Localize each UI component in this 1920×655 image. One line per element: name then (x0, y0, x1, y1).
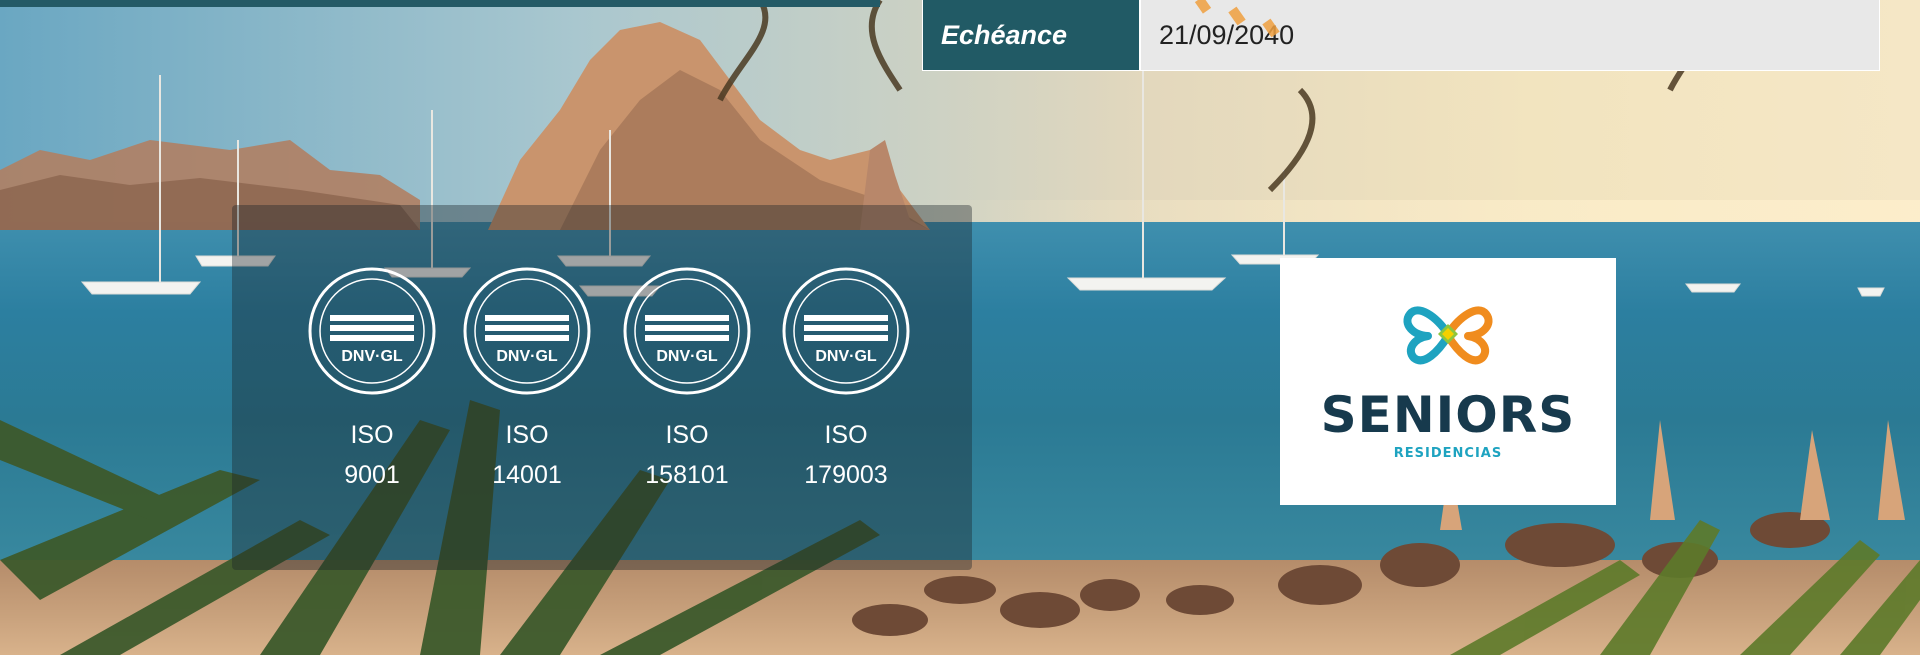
seal-text: DNV·GL (341, 348, 403, 365)
cert-label: ISO (824, 421, 868, 449)
dnv-gl-seal-icon: DNV·GL (463, 267, 591, 395)
logo-subtitle: RESIDENCIAS (1393, 446, 1503, 461)
seniors-residencias-logo-card: SENIORS RESIDENCIAS (1280, 258, 1616, 505)
certification-iso-14001: DNV·GL ISO 14001 (457, 265, 597, 495)
cert-label: ISO (665, 421, 709, 449)
certification-iso-9001: DNV·GL ISO 9001 (302, 265, 442, 495)
dnv-gl-seal-icon: DNV·GL (623, 267, 751, 395)
watermark-mark (1194, 0, 1280, 38)
cert-label: ISO (350, 421, 394, 449)
cert-number: 158101 (645, 461, 729, 489)
cert-number: 14001 (492, 461, 562, 489)
seal-text: DNV·GL (656, 348, 718, 365)
seal-text: DNV·GL (496, 348, 558, 365)
logo-name: SENIORS (1320, 386, 1576, 444)
cert-number: 179003 (804, 461, 888, 489)
echeance-row: Echéance 21/09/2040 (922, 0, 1880, 71)
top-header-bar (0, 0, 880, 7)
butterfly-logo-icon (1403, 306, 1493, 365)
cert-label: ISO (505, 421, 549, 449)
certification-iso-158101: DNV·GL ISO 158101 (617, 265, 757, 495)
certification-iso-179003: DNV·GL ISO 179003 (776, 265, 916, 495)
cert-number: 9001 (344, 461, 400, 489)
echeance-label: Echéance (923, 0, 1141, 70)
dnv-gl-seal-icon: DNV·GL (782, 267, 910, 395)
seal-text: DNV·GL (815, 348, 877, 365)
dnv-gl-seal-icon: DNV·GL (308, 267, 436, 395)
